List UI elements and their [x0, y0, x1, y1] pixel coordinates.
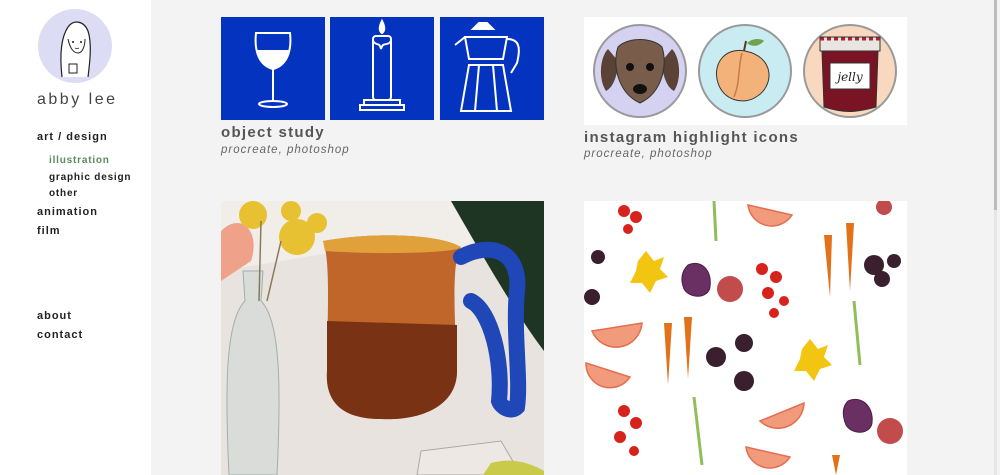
- avatar[interactable]: [38, 9, 112, 83]
- dog-icon: [593, 24, 687, 118]
- food-pattern-thumbnail[interactable]: [584, 201, 907, 475]
- nav-film[interactable]: film: [37, 225, 61, 237]
- nav-animation[interactable]: animation: [37, 206, 98, 218]
- portfolio-grid: object study procreate, photoshop jelly …: [151, 0, 997, 475]
- peach-icon: [698, 24, 792, 118]
- sidebar: abby lee art / design illustration graph…: [0, 0, 151, 475]
- scrollbar[interactable]: [994, 0, 997, 475]
- nav-art-design[interactable]: art / design: [37, 131, 108, 143]
- nav-other[interactable]: other: [49, 188, 78, 199]
- nav-about[interactable]: about: [37, 310, 72, 322]
- nav-graphic-design[interactable]: graphic design: [49, 172, 131, 183]
- project-tools: procreate, photoshop: [584, 148, 713, 160]
- nav-illustration[interactable]: illustration: [49, 155, 110, 166]
- nav-contact[interactable]: contact: [37, 329, 83, 341]
- instagram-highlight-icons-thumbnail[interactable]: jelly: [584, 17, 907, 125]
- site-name[interactable]: abby lee: [37, 91, 118, 109]
- project-tools: procreate, photoshop: [221, 144, 350, 156]
- jar-label: jelly: [834, 70, 862, 84]
- scrollbar-thumb[interactable]: [994, 0, 997, 210]
- jelly-jar-icon: jelly: [803, 24, 897, 118]
- object-study-thumbnail[interactable]: [221, 17, 544, 120]
- project-title[interactable]: object study: [221, 124, 325, 141]
- project-title[interactable]: instagram highlight icons: [584, 129, 799, 146]
- still-life-painting-thumbnail[interactable]: [221, 201, 544, 475]
